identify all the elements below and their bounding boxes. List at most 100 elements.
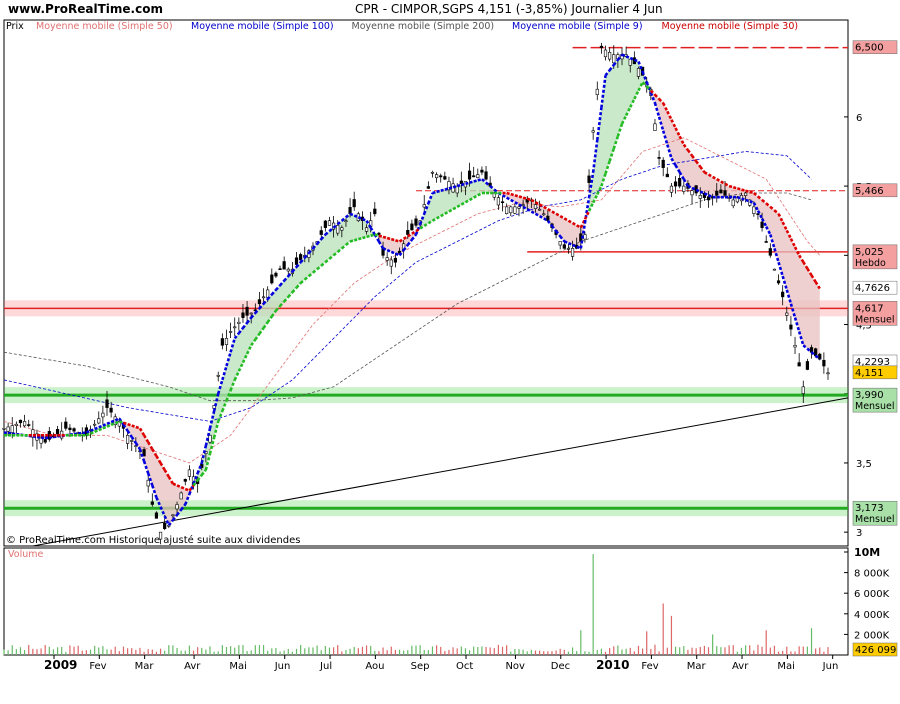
x-tick-label: Fev (89, 661, 106, 672)
volume-tick-label: 2 000K (854, 630, 890, 641)
candle-body (97, 418, 101, 424)
x-tick-label: Mar (135, 661, 155, 672)
candle-body (719, 189, 723, 194)
candle-body (105, 399, 109, 408)
candle-body (229, 331, 233, 333)
volume-tick-label: 8 000K (854, 569, 890, 580)
candle-body (389, 259, 393, 267)
candle-body (673, 181, 678, 187)
candle-body (443, 176, 447, 180)
candle-body (467, 170, 472, 180)
candle-body (533, 204, 538, 209)
level-tag-value: 3,990 (855, 390, 884, 401)
candle-body (628, 58, 632, 66)
volume-tick-label: 4 000K (854, 610, 890, 621)
site-name[interactable]: www.ProRealTime.com (8, 2, 163, 16)
candle-body (521, 204, 525, 206)
candle-body (278, 268, 282, 270)
x-tick-label: Dec (551, 661, 570, 672)
candle-body (422, 204, 426, 208)
candle-body (27, 424, 31, 426)
candle-body (537, 208, 542, 211)
legend-item: Prix (6, 21, 24, 32)
candle-body (603, 49, 608, 58)
candle-body (130, 440, 134, 442)
candle-body (10, 425, 14, 433)
candle-body (653, 123, 657, 131)
candle-body (789, 324, 793, 330)
candle-body (208, 434, 212, 443)
candle-body (496, 197, 501, 206)
x-tick-label: Avr (184, 661, 201, 672)
candle-body (500, 201, 505, 204)
candle-body (764, 241, 768, 243)
candle-body (410, 223, 414, 231)
candle-body (743, 192, 748, 196)
candle-body (517, 206, 521, 209)
candle-body (678, 178, 682, 187)
candle-body (781, 291, 785, 298)
candle-body (43, 439, 47, 443)
candle-body (430, 171, 435, 174)
candle-body (216, 374, 220, 377)
volume-tick-label: 6 000K (854, 589, 890, 600)
candle-body (274, 272, 278, 277)
candle-body (414, 218, 418, 226)
candle-body (364, 227, 369, 232)
candle-body (377, 232, 381, 235)
candle-body (68, 427, 72, 431)
candle-body (6, 426, 10, 432)
candle-body (752, 206, 756, 214)
candle-body (101, 412, 105, 418)
price-tick-label: 3 (856, 528, 862, 539)
level-tag-sub: Hebdo (855, 258, 886, 269)
candle-body (175, 504, 179, 510)
candle-body (801, 386, 805, 394)
price-tick-label: 6 (856, 113, 862, 124)
chart-title: CPR - CIMPOR,SGPS 4,151 (-3,85%) Journal… (355, 2, 663, 16)
candle-body (171, 514, 175, 517)
candle-body (665, 173, 669, 178)
candle-body (22, 421, 27, 427)
candle-body (805, 361, 809, 370)
footer-note: © ProRealTime.com Historique ajusté suit… (6, 534, 300, 546)
candle-body (715, 190, 719, 196)
price-panel (3, 19, 849, 547)
candle-body (570, 248, 575, 257)
candle-body (286, 268, 290, 272)
candle-body (220, 338, 224, 346)
candle-body (562, 244, 566, 249)
x-tick-label: Jul (319, 661, 332, 672)
level-tag-value: 4,7626 (855, 283, 890, 294)
level-tag-value: 6,500 (855, 43, 884, 54)
candle-body (756, 213, 760, 215)
candle-body (558, 241, 562, 246)
candle-body (476, 174, 480, 179)
candle-body (723, 190, 727, 196)
candle-body (179, 492, 183, 500)
candle-body (257, 299, 262, 305)
candle-body (14, 423, 18, 426)
candle-body (657, 157, 661, 159)
candle-body (566, 248, 571, 250)
candle-body (237, 321, 241, 324)
candle-body (72, 428, 76, 432)
volume-panel (3, 547, 849, 656)
candle-body (785, 312, 789, 316)
level-tag-value: 5,025 (855, 247, 884, 258)
candle-body (294, 257, 299, 265)
candle-body (93, 423, 97, 426)
candle-body (241, 312, 245, 318)
candle-body (509, 206, 513, 214)
candle-body (319, 230, 323, 235)
candle-body (682, 185, 686, 192)
candle-body (814, 348, 818, 356)
x-tick-label: Jun (274, 661, 291, 672)
candle-body (224, 338, 229, 345)
candle-body (163, 522, 167, 529)
chart-svg[interactable]: Prix Moyenne mobile (Simple 50) Moyenne mo… (0, 18, 900, 700)
candle-body (591, 130, 595, 133)
candle-body (109, 407, 113, 413)
candle-body (187, 469, 192, 477)
candle-body (150, 501, 154, 505)
